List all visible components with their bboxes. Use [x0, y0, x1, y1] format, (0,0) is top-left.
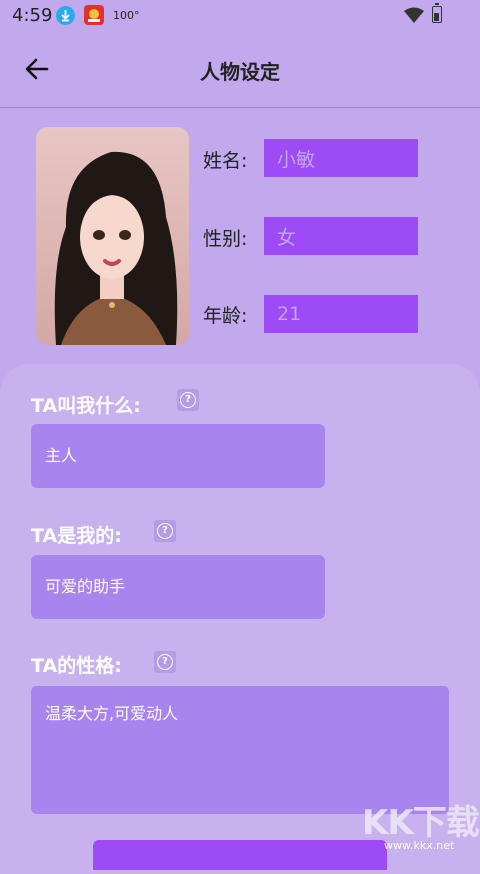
age-field[interactable]: [264, 295, 418, 333]
wifi-icon: [404, 7, 424, 27]
battery-icon: [432, 3, 442, 23]
personality-label: TA的性格:: [31, 655, 122, 677]
download-notification-icon: [56, 6, 75, 25]
status-time: 4:59: [12, 5, 53, 26]
watermark-url: www.kkx.net: [384, 839, 455, 852]
app-notification-icon: [84, 5, 104, 25]
watermark-logo: KK下载: [362, 803, 480, 843]
gender-label: 性别:: [203, 228, 248, 250]
status-bar: 4:59 100°: [0, 0, 480, 32]
confirm-button[interactable]: [93, 840, 387, 870]
app-bar: 人物设定: [0, 32, 480, 108]
name-field[interactable]: [264, 139, 418, 177]
call-me-label: TA叫我什么:: [31, 395, 141, 417]
temperature-text: 100°: [113, 9, 140, 22]
name-label: 姓名:: [203, 150, 248, 172]
age-label: 年龄:: [203, 305, 248, 327]
relation-field[interactable]: 可爱的助手: [31, 555, 325, 619]
relation-help-icon[interactable]: ?: [154, 520, 176, 542]
relation-label: TA是我的:: [31, 525, 122, 547]
page-title: 人物设定: [200, 60, 280, 84]
call-me-field[interactable]: 主人: [31, 424, 325, 488]
character-avatar[interactable]: [36, 127, 189, 345]
personality-help-icon[interactable]: ?: [154, 651, 176, 673]
call-me-help-icon[interactable]: ?: [177, 389, 199, 411]
gender-field[interactable]: [264, 217, 418, 255]
